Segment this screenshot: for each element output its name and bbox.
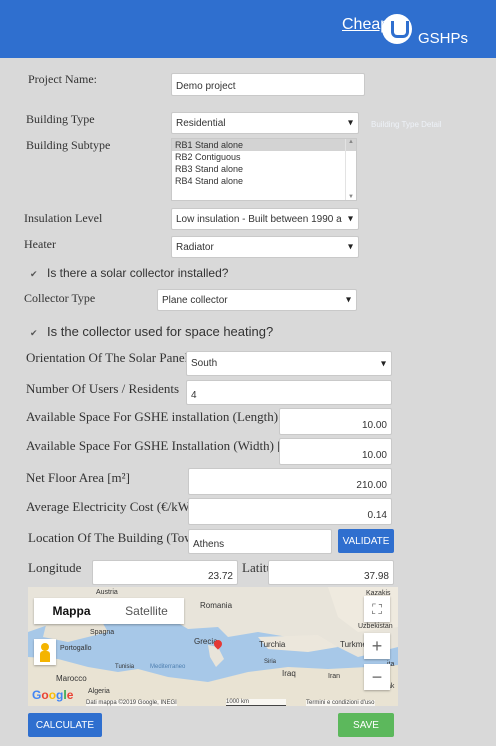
map-label: Austria: [96, 589, 118, 596]
map-type-tabs[interactable]: Mappa Satellite: [34, 598, 184, 624]
map-label: Mediterraneo: [150, 664, 186, 670]
heater-select[interactable]: Radiator: [171, 236, 359, 258]
building-type-select[interactable]: Residential: [171, 112, 359, 134]
electricity-cost-label: Average Electricity Cost (€/kWh): [26, 499, 201, 514]
users-input[interactable]: 4: [186, 380, 392, 405]
street-view-pegman-icon[interactable]: [34, 639, 56, 665]
map-label: Iraq: [282, 669, 296, 678]
insulation-level-value: Low insulation - Built between 1990 and …: [176, 213, 342, 225]
scroll-down-icon[interactable]: ▼: [346, 194, 356, 200]
zoom-in-button[interactable]: +: [364, 633, 390, 659]
cheap-gshps-logo: Cheap GSHPs: [342, 14, 482, 48]
collector-type-value: Plane collector: [162, 294, 228, 306]
orientation-select[interactable]: South: [186, 351, 392, 376]
listbox-scrollbar[interactable]: ▲ ▼: [345, 139, 356, 200]
subtype-option[interactable]: RB3 Stand alone: [172, 163, 356, 175]
map-tab-satellite[interactable]: Satellite: [109, 598, 184, 624]
google-logo: Google: [32, 688, 74, 702]
electricity-cost-input[interactable]: 0.14: [188, 498, 392, 525]
insulation-level-select[interactable]: Low insulation - Built between 1990 and …: [171, 208, 359, 230]
map-label: Tunisia: [115, 664, 135, 670]
space-length-input[interactable]: 10.00: [279, 408, 392, 435]
longitude-label: Longitude: [28, 560, 82, 575]
checkmark-icon[interactable]: ✔: [30, 269, 39, 279]
latitude-input[interactable]: 37.98: [268, 560, 394, 585]
checkmark-icon[interactable]: ✔: [30, 328, 39, 338]
space-length-label: Available Space For GSHE installation (L…: [26, 409, 301, 424]
collector-type-label: Collector Type: [24, 291, 96, 305]
zoom-out-button[interactable]: −: [364, 664, 390, 690]
map-tab-mappa[interactable]: Mappa: [34, 598, 109, 624]
heater-label: Heater: [24, 237, 56, 251]
map-label: Spagna: [90, 629, 115, 636]
insulation-level-label: Insulation Level: [24, 211, 103, 225]
floor-area-input[interactable]: 210.00: [188, 468, 392, 495]
logo-u-icon: [382, 14, 412, 44]
project-name-label: Project Name:: [28, 72, 97, 86]
space-heating-checkbox[interactable]: ✔ Is the collector used for space heating…: [30, 324, 273, 339]
floor-area-label: Net Floor Area [m²]: [26, 470, 130, 485]
scroll-up-icon[interactable]: ▲: [346, 139, 356, 145]
space-width-label: Available Space For GSHE Installation (W…: [26, 438, 297, 453]
users-label: Number Of Users / Residents: [26, 381, 180, 396]
map-label: Portogallo: [60, 645, 92, 652]
map-label: Siria: [264, 659, 277, 665]
subtype-option[interactable]: RB2 Contiguous: [172, 151, 356, 163]
building-subtype-listbox[interactable]: RB1 Stand alone RB2 Contiguous RB3 Stand…: [171, 138, 357, 201]
map-scale: 1000 km: [226, 699, 286, 706]
orientation-value: South: [191, 358, 218, 369]
space-heating-label: Is the collector used for space heating?: [47, 324, 274, 339]
map-label: Uzbekistan: [358, 623, 393, 630]
heater-value: Radiator: [176, 241, 214, 253]
app-header: Cheap GSHPs: [0, 0, 496, 58]
building-type-value: Residential: [176, 117, 226, 129]
solar-collector-label: Is there a solar collector installed?: [47, 266, 229, 280]
validate-button[interactable]: VALIDATE: [338, 529, 394, 553]
location-map[interactable]: Austria Romania Kazakis Spagna Uzbekista…: [28, 587, 398, 706]
map-label: Romania: [200, 601, 233, 610]
project-name-input[interactable]: Demo project: [171, 73, 365, 96]
collector-type-select[interactable]: Plane collector: [157, 289, 357, 311]
building-subtype-label: Building Subtype: [26, 138, 111, 152]
map-terms-link[interactable]: Termini e condizioni d'uso: [306, 700, 375, 706]
map-attribution: Dati mappa ©2019 Google, INEGI: [86, 700, 177, 706]
orientation-label: Orientation Of The Solar Panels: [26, 350, 194, 365]
logo-text-gshps: GSHPs: [418, 30, 469, 47]
map-label: Algeria: [88, 688, 110, 695]
solar-collector-checkbox[interactable]: ✔ Is there a solar collector installed?: [30, 266, 228, 280]
subtype-option[interactable]: RB1 Stand alone: [172, 139, 356, 151]
fullscreen-icon[interactable]: ⛶: [364, 596, 390, 622]
map-label: Iran: [328, 673, 341, 680]
building-type-detail-link[interactable]: Building Type Detail: [371, 120, 442, 129]
longitude-input[interactable]: 23.72: [92, 560, 238, 585]
map-label: Marocco: [56, 674, 87, 683]
location-input[interactable]: Athens: [188, 529, 332, 554]
building-type-label: Building Type: [26, 112, 95, 126]
save-button[interactable]: SAVE: [338, 713, 394, 737]
calculate-button[interactable]: CALCULATE: [28, 713, 102, 737]
location-label: Location Of The Building (Town): [28, 530, 205, 545]
space-width-input[interactable]: 10.00: [279, 438, 392, 465]
map-label: Turchia: [259, 640, 286, 649]
subtype-option[interactable]: RB4 Stand alone: [172, 175, 356, 187]
